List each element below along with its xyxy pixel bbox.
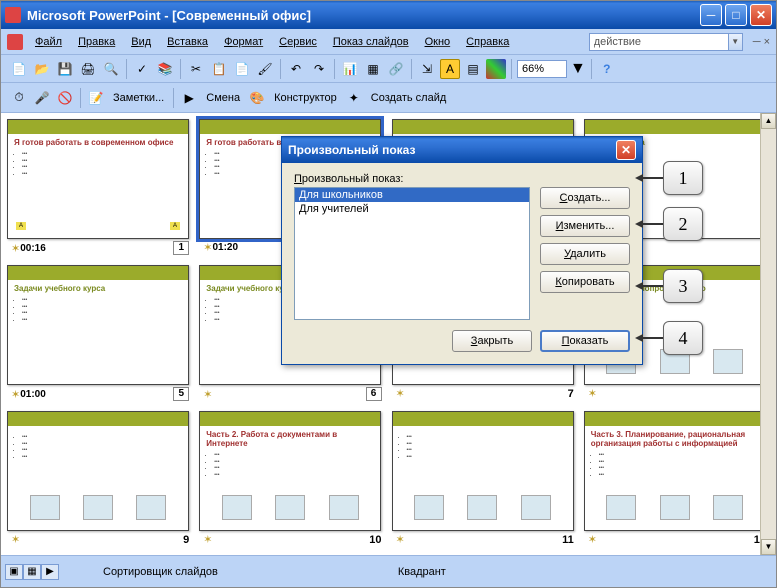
dialog-titlebar[interactable]: Произвольный показ ✕ [282,137,642,163]
vertical-scrollbar[interactable]: ▲ ▼ [760,113,776,555]
slide-11[interactable]: ••••••••••••✶11 [392,411,578,548]
copy-icon[interactable]: 📋 [209,59,229,79]
zoom-dropdown-icon[interactable]: ▼ [570,60,586,78]
menu-format[interactable]: Формат [216,33,271,51]
save-icon[interactable]: 💾 [55,59,75,79]
doc-icon [7,34,23,50]
expand-icon[interactable]: ⇲ [417,59,437,79]
transition-indicator-icon: ✶ [203,533,212,546]
transition-indicator-icon: ✶ [396,533,405,546]
window-menu-sep: ─ × [753,36,770,48]
app-icon [5,7,21,23]
scroll-up-icon[interactable]: ▲ [761,113,776,129]
notes-button[interactable]: Заметки... [109,92,168,104]
help-dropdown-icon[interactable]: ▼ [729,33,743,51]
new-slide-icon[interactable]: ✦ [344,88,364,108]
custom-show-dialog: Произвольный показ ✕ ППроизвольный показ… [281,136,643,365]
close-button[interactable]: ✕ [750,4,772,26]
toolbar-slides: ⏱ 🎤 🚫 📝 Заметки... ▶ Смена 🎨 Конструктор… [1,83,776,113]
dialog-list-label: ППроизвольный показ:роизвольный показ: [294,173,630,185]
preview-icon[interactable]: 🔍 [101,59,121,79]
transition-icon[interactable]: ▶ [179,88,199,108]
transition-indicator-icon: ✶ [588,387,597,400]
list-item[interactable]: Для школьников [295,188,529,202]
transition-indicator-icon: ✶ [11,533,20,546]
table-icon[interactable]: ▦ [363,59,383,79]
paste-icon[interactable]: 📄 [232,59,252,79]
transition-indicator-icon: ✶ [396,387,405,400]
statusbar: ▣ ▦ ▶ Сортировщик слайдов Квадрант [1,555,776,587]
zoom-input[interactable] [517,60,567,78]
menubar: Файл Правка Вид Вставка Формат Сервис По… [1,29,776,55]
open-icon[interactable]: 📂 [32,59,52,79]
format-painter-icon[interactable]: 🖌 [255,59,275,79]
print-icon[interactable]: 🖨 [78,59,98,79]
transition-button[interactable]: Смена [202,92,244,104]
custom-shows-listbox[interactable]: Для школьниковДля учителей [294,187,530,320]
help-search-input[interactable] [589,33,729,51]
menu-window[interactable]: Окно [417,33,459,51]
callout-4: 4 [635,321,703,355]
create-button[interactable]: Создать... [540,187,630,209]
menu-file[interactable]: Файл [27,33,70,51]
dialog-close-button[interactable]: ✕ [616,140,636,160]
sorter-view-button[interactable]: ▦ [23,564,41,580]
transition-indicator-icon: ✶ [11,242,20,255]
new-icon[interactable]: 📄 [9,59,29,79]
slideshow-view-button[interactable]: ▶ [41,564,59,580]
close-dialog-button[interactable]: Закрыть [452,330,532,352]
color-icon[interactable] [486,59,506,79]
grid-icon[interactable]: ▤ [463,59,483,79]
transition-indicator-icon: ✶ [11,388,20,401]
cut-icon[interactable]: ✂ [186,59,206,79]
menu-view[interactable]: Вид [123,33,159,51]
rehearse-icon[interactable]: ⏱ [9,88,29,108]
menu-edit[interactable]: Правка [70,33,123,51]
show-button[interactable]: Показать [540,330,630,352]
redo-icon[interactable]: ↷ [309,59,329,79]
research-icon[interactable]: 📚 [155,59,175,79]
chart-icon[interactable]: 📊 [340,59,360,79]
menu-help[interactable]: Справка [458,33,517,51]
titlebar: Microsoft PowerPoint - [Современный офис… [1,1,776,29]
undo-icon[interactable]: ↶ [286,59,306,79]
minimize-button[interactable]: ─ [700,4,722,26]
highlight-icon[interactable]: A [440,59,460,79]
menu-slideshow[interactable]: Показ слайдов [325,33,417,51]
new-slide-button[interactable]: Создать слайд [367,92,450,104]
transition-indicator-icon: ✶ [203,388,212,401]
hyperlink-icon[interactable]: 🔗 [386,59,406,79]
transition-indicator-icon: ✶ [588,533,597,546]
hide-slide-icon[interactable]: 🚫 [55,88,75,108]
edit-button[interactable]: Изменить... [540,215,630,237]
normal-view-button[interactable]: ▣ [5,564,23,580]
callout-3: 3 [635,269,703,303]
slide-1[interactable]: Я готов работать в современном офисе••••… [7,119,193,257]
window-title: Microsoft PowerPoint - [Современный офис… [27,8,697,23]
delete-button[interactable]: Удалить [540,243,630,265]
dialog-title: Произвольный показ [288,143,415,157]
help-icon[interactable]: ? [597,59,617,79]
slide-9[interactable]: ••••••••••••✶9 [7,411,193,548]
menu-tools[interactable]: Сервис [271,33,325,51]
narration-icon[interactable]: 🎤 [32,88,52,108]
toolbar-main: 📄 📂 💾 🖨 🔍 ✓ 📚 ✂ 📋 📄 🖌 ↶ ↷ 📊 ▦ 🔗 ⇲ A ▤ ▼ … [1,55,776,83]
spell-icon[interactable]: ✓ [132,59,152,79]
status-mode: Сортировщик слайдов [63,566,258,578]
menu-insert[interactable]: Вставка [159,33,216,51]
design-icon[interactable]: 🎨 [247,88,267,108]
design-button[interactable]: Конструктор [270,92,341,104]
status-layout: Квадрант [358,566,486,578]
notes-icon[interactable]: 📝 [86,88,106,108]
scroll-down-icon[interactable]: ▼ [761,539,776,555]
maximize-button[interactable]: □ [725,4,747,26]
slide-5[interactable]: Задачи учебного курса••••••••••••✶01:005 [7,265,193,403]
list-item[interactable]: Для учителей [295,202,529,216]
slide-12[interactable]: Часть 3. Планирование, рациональная орга… [584,411,770,548]
slide-10[interactable]: Часть 2. Работа с документами в Интернет… [199,411,385,548]
callout-2: 2 [635,207,703,241]
callout-1: 1 [635,161,703,195]
copy-button[interactable]: Копировать [540,271,630,293]
transition-indicator-icon: ✶ [203,241,212,254]
